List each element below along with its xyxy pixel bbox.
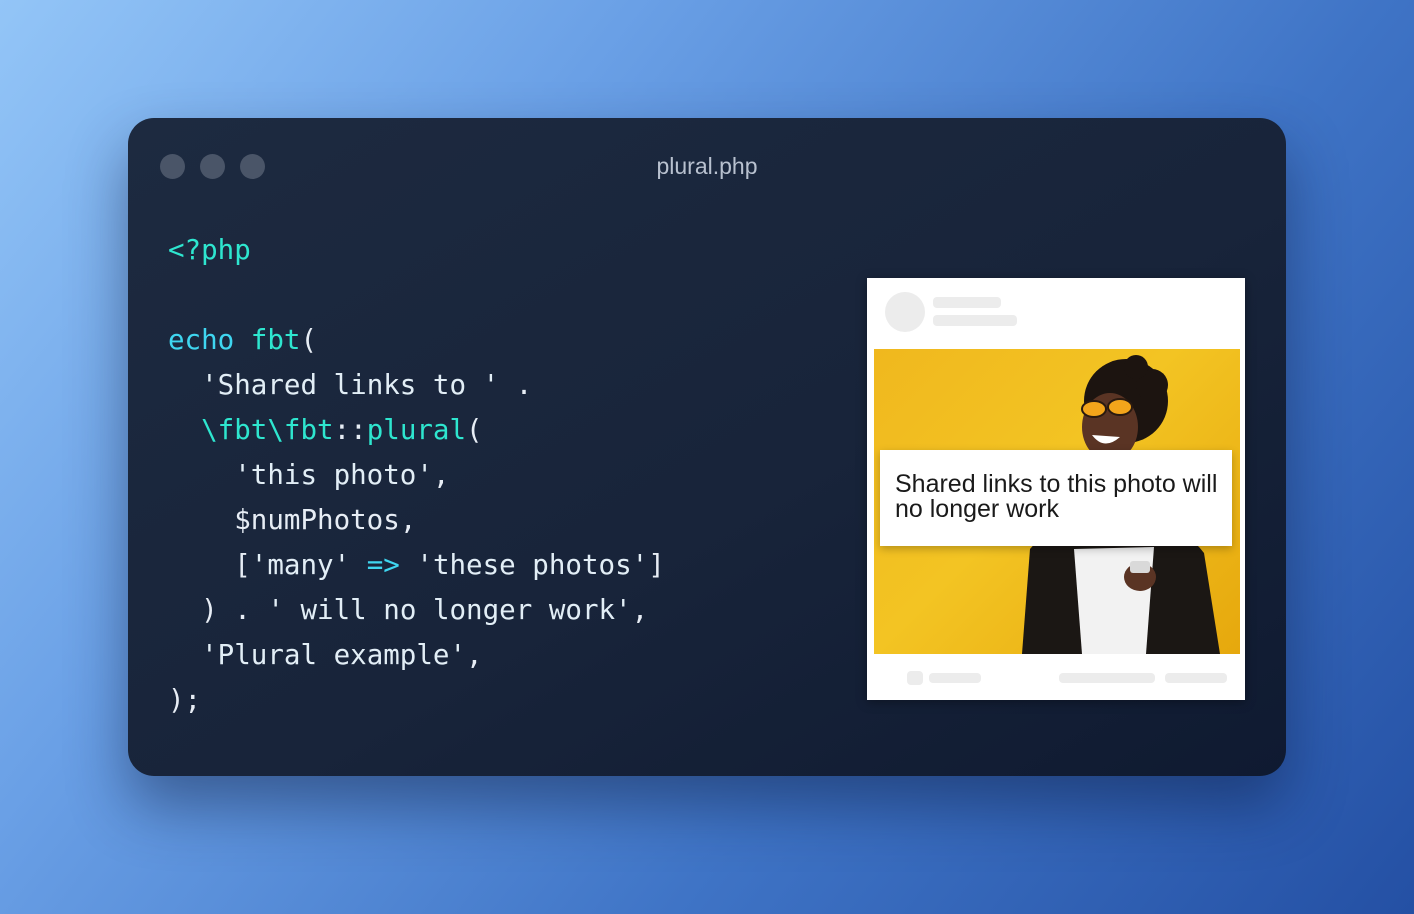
concat-operator: . <box>515 369 533 401</box>
string-this-photo: 'this photo' <box>234 459 433 491</box>
paren-close: ) <box>201 594 218 626</box>
plural-namespace: \fbt\fbt <box>201 414 334 446</box>
photo-caption-text: Shared links to this photo will no longe… <box>895 470 1218 523</box>
window-title: plural.php <box>656 153 758 179</box>
arrow-operator: => <box>366 549 400 581</box>
string-many: 'many' <box>250 549 351 581</box>
concat-operator: . <box>234 594 251 626</box>
comma: , <box>432 459 450 491</box>
code-window: plural.php <?php echo fbt( 'Shared links… <box>128 118 1286 776</box>
post-photo: Shared links to this photo will no longe… <box>874 349 1240 654</box>
echo-keyword: echo <box>168 324 235 356</box>
plural-function: plural <box>366 414 467 446</box>
fbt-function: fbt <box>250 324 301 356</box>
footer-placeholder-1 <box>1059 673 1155 683</box>
footer-placeholder-2 <box>1165 673 1227 683</box>
comma: , <box>631 594 649 626</box>
bracket-open: [ <box>234 549 251 581</box>
variable-num-photos: $numPhotos <box>234 504 400 536</box>
action-label-placeholder <box>929 673 981 683</box>
comma: , <box>399 504 417 536</box>
post-preview-card: Shared links to this photo will no longe… <box>867 278 1245 700</box>
string-shared-links: 'Shared links to ' <box>201 369 500 401</box>
action-icon-placeholder <box>907 671 923 685</box>
string-these-photos: 'these photos' <box>416 549 649 581</box>
meta-placeholder <box>933 315 1017 326</box>
scope-operator: :: <box>333 414 367 446</box>
paren-open: ( <box>466 414 483 446</box>
comma: , <box>466 639 483 671</box>
statement-terminator: ); <box>168 684 202 716</box>
name-placeholder <box>933 297 1001 308</box>
string-plural-example: 'Plural example' <box>201 639 467 671</box>
php-open-tag: <?php <box>168 234 251 266</box>
paren-open: ( <box>300 324 318 356</box>
code-block: <?php echo fbt( 'Shared links to ' . \fb… <box>168 228 665 723</box>
photo-caption-box: Shared links to this photo will no longe… <box>880 450 1232 546</box>
string-will-no-longer-work: ' will no longer work' <box>267 594 632 626</box>
bracket-close: ] <box>648 549 665 581</box>
avatar-placeholder <box>885 292 925 332</box>
